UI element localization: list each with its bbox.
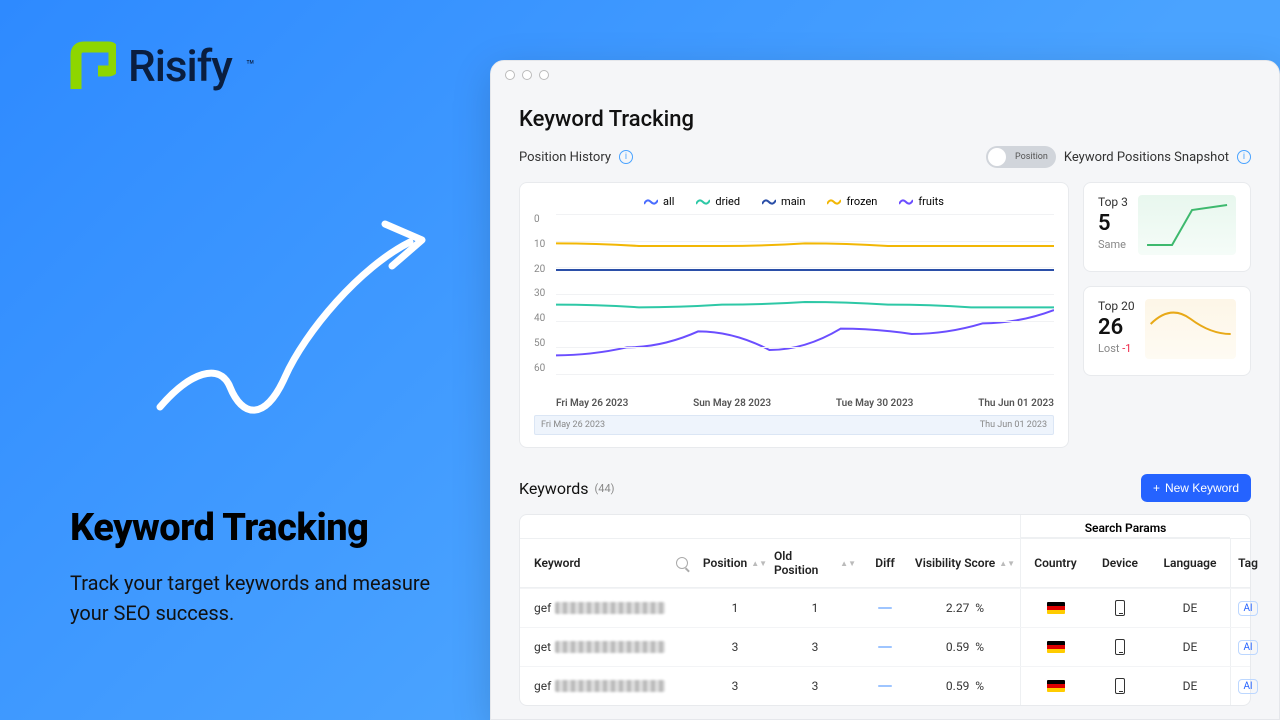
card-label: Top 20 xyxy=(1098,299,1135,313)
cell-country xyxy=(1020,589,1090,627)
sort-icon: ▲▼ xyxy=(751,560,767,567)
snapshot-label: Keyword Positions Snapshot xyxy=(1064,150,1229,165)
position-history-chart: alldriedmainfrozenfruits 0102030405060 F… xyxy=(519,182,1069,448)
tag-pill[interactable]: Al xyxy=(1238,640,1259,655)
cell-keyword: get xyxy=(520,628,700,666)
legend-item[interactable]: dried xyxy=(696,195,740,208)
window-close-icon[interactable] xyxy=(505,70,515,80)
brand-tm: ™ xyxy=(246,58,255,74)
flag-de-icon xyxy=(1047,641,1065,653)
cell-device xyxy=(1090,589,1150,627)
page-title: Keyword Tracking xyxy=(519,107,1251,132)
sort-icon: ▲▼ xyxy=(840,560,856,567)
cell-language: DE xyxy=(1150,667,1230,705)
legend-item[interactable]: fruits xyxy=(899,195,944,208)
cell-keyword: gef xyxy=(520,667,700,705)
position-toggle[interactable]: Position xyxy=(986,146,1056,168)
card-label: Top 3 xyxy=(1098,195,1128,209)
flag-de-icon xyxy=(1047,680,1065,692)
brand-logo: Risify ™ xyxy=(70,40,440,92)
brush-start: Fri May 26 2023 xyxy=(541,420,605,430)
table-row[interactable]: gef 1 1 2.27 % DE Al xyxy=(520,588,1250,627)
keywords-table: Search Params Keyword Position▲▼ Old Pos… xyxy=(519,514,1251,706)
hero-title: Keyword Tracking xyxy=(70,506,440,550)
cell-old-position: 1 xyxy=(770,589,860,627)
risify-logo-icon xyxy=(70,41,116,91)
window-max-icon[interactable] xyxy=(539,70,549,80)
col-group-search-params: Search Params xyxy=(1020,515,1230,538)
toggle-label: Position xyxy=(1015,152,1048,162)
window-controls xyxy=(491,61,1279,89)
cell-visibility: 2.27 % xyxy=(910,589,1020,627)
cell-language: DE xyxy=(1150,628,1230,666)
snapshot-card-top20: Top 20 26 Lost -1 xyxy=(1083,286,1251,376)
cell-position: 1 xyxy=(700,589,770,627)
info-icon[interactable]: i xyxy=(619,150,633,164)
cell-old-position: 3 xyxy=(770,667,860,705)
window-min-icon[interactable] xyxy=(522,70,532,80)
card-sub: Lost -1 xyxy=(1098,342,1135,355)
cell-visibility: 0.59 % xyxy=(910,667,1020,705)
cell-keyword: gef xyxy=(520,589,700,627)
position-history-label: Position History xyxy=(519,150,611,165)
col-diff[interactable]: Diff xyxy=(860,539,910,587)
tag-pill[interactable]: Al xyxy=(1238,601,1259,616)
cell-position: 3 xyxy=(700,628,770,666)
tag-pill[interactable]: Al xyxy=(1238,679,1259,694)
cell-visibility: 0.59 % xyxy=(910,628,1020,666)
info-icon[interactable]: i xyxy=(1237,150,1251,164)
cell-device xyxy=(1090,628,1150,666)
col-position[interactable]: Position▲▼ xyxy=(700,539,770,587)
cell-diff xyxy=(860,667,910,705)
mobile-icon xyxy=(1115,600,1125,616)
legend-item[interactable]: all xyxy=(644,195,674,208)
col-keyword[interactable]: Keyword xyxy=(520,539,700,587)
brand-name: Risify xyxy=(128,40,232,92)
col-language[interactable]: Language xyxy=(1150,539,1230,587)
col-device[interactable]: Device xyxy=(1090,539,1150,587)
col-tag[interactable]: Tag xyxy=(1230,539,1265,587)
chart-brush[interactable]: Fri May 26 2023 Thu Jun 01 2023 xyxy=(534,415,1054,435)
card-value: 5 xyxy=(1098,211,1128,236)
table-row[interactable]: gef 3 3 0.59 % DE Al xyxy=(520,666,1250,705)
cell-country xyxy=(1020,628,1090,666)
snapshot-card-top3: Top 3 5 Same xyxy=(1083,182,1251,272)
card-value: 26 xyxy=(1098,315,1135,340)
cell-language: DE xyxy=(1150,589,1230,627)
cell-position: 3 xyxy=(700,667,770,705)
new-keyword-button[interactable]: + New Keyword xyxy=(1141,474,1251,502)
cell-tag: Al xyxy=(1230,667,1265,705)
cell-old-position: 3 xyxy=(770,628,860,666)
legend-item[interactable]: frozen xyxy=(827,195,877,208)
flag-de-icon xyxy=(1047,602,1065,614)
col-old-position[interactable]: Old Position▲▼ xyxy=(770,539,860,587)
decorative-arrow-icon xyxy=(130,212,440,436)
sparkline-icon xyxy=(1138,195,1236,255)
cell-diff xyxy=(860,628,910,666)
hero-subtitle: Track your target keywords and measure y… xyxy=(70,568,440,628)
sort-icon: ▲▼ xyxy=(999,560,1015,567)
keywords-count: (44) xyxy=(595,482,615,495)
col-country[interactable]: Country xyxy=(1020,539,1090,587)
app-window: Keyword Tracking Position History i Posi… xyxy=(490,60,1280,720)
mobile-icon xyxy=(1115,678,1125,694)
cell-device xyxy=(1090,667,1150,705)
sparkline-icon xyxy=(1145,299,1236,359)
brush-end: Thu Jun 01 2023 xyxy=(980,420,1047,430)
card-sub: Same xyxy=(1098,238,1128,251)
new-keyword-label: New Keyword xyxy=(1165,481,1239,495)
search-icon[interactable] xyxy=(676,557,688,569)
mobile-icon xyxy=(1115,639,1125,655)
cell-country xyxy=(1020,667,1090,705)
keywords-section-title: Keywords xyxy=(519,479,589,498)
legend-item[interactable]: main xyxy=(762,195,805,208)
cell-tag: Al xyxy=(1230,628,1265,666)
col-visibility[interactable]: Visibility Score▲▼ xyxy=(910,539,1020,587)
plus-icon: + xyxy=(1153,481,1160,495)
table-row[interactable]: get 3 3 0.59 % DE Al xyxy=(520,627,1250,666)
cell-diff xyxy=(860,589,910,627)
cell-tag: Al xyxy=(1230,589,1265,627)
